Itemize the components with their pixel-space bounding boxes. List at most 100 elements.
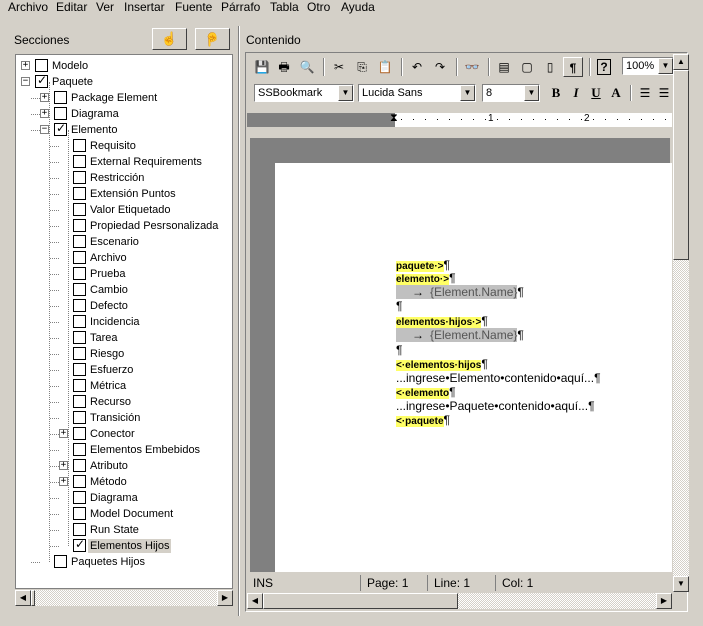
style-select[interactable]: SSBookmark ▼ (254, 84, 354, 102)
tree-item[interactable]: Incidencia (16, 314, 232, 330)
menu-editar[interactable]: Editar (56, 0, 87, 14)
tree-checkbox[interactable]: ✓ (54, 121, 67, 136)
editor-hscrollbar[interactable]: ◀ ▶ (247, 593, 672, 609)
tree-item[interactable]: Riesgo (16, 346, 232, 362)
panel-splitter[interactable] (238, 26, 240, 616)
tree-checkbox[interactable] (73, 267, 86, 280)
tree-item[interactable]: + Package Element (16, 90, 232, 106)
tree-item[interactable]: Esfuerzo (16, 362, 232, 378)
scroll-thumb[interactable] (31, 590, 35, 606)
chevron-down-icon[interactable]: ▼ (524, 85, 539, 101)
tree-item[interactable]: + Atributo (16, 458, 232, 474)
cut-button[interactable]: ✂ (329, 57, 349, 77)
tree-item[interactable]: Tarea (16, 330, 232, 346)
tree-checkbox[interactable] (73, 523, 86, 536)
sections-tree[interactable]: + Modelo − ✓ Paquete + Package Element + Diagram… (15, 54, 233, 589)
tree-item[interactable]: − ✓ Paquete (16, 73, 232, 90)
tree-item[interactable]: Requisito (16, 138, 232, 154)
tree-checkbox[interactable] (54, 91, 67, 104)
menu-otro[interactable]: Otro (307, 0, 330, 14)
collapse-icon[interactable]: − (21, 77, 30, 86)
tree-item[interactable]: Diagrama (16, 490, 232, 506)
find-button[interactable]: 👓 (462, 57, 482, 77)
undo-button[interactable]: ↶ (407, 57, 427, 77)
tree-checkbox[interactable] (73, 411, 86, 424)
font-select[interactable]: Lucida Sans ▼ (358, 84, 476, 102)
tree-checkbox[interactable] (73, 459, 86, 472)
tree-checkbox[interactable] (73, 139, 86, 152)
move-up-button[interactable]: ☝ (152, 28, 187, 50)
scroll-left-button[interactable]: ◀ (15, 590, 31, 606)
scroll-right-button[interactable]: ▶ (656, 593, 672, 609)
indent-marker-icon[interactable]: ⧗ (390, 112, 398, 125)
tree-checkbox[interactable]: ✓ (35, 73, 48, 88)
tree-checkbox[interactable] (73, 219, 86, 232)
tree-checkbox[interactable] (73, 347, 86, 360)
tree-item[interactable]: + Conector (16, 426, 232, 442)
tree-checkbox[interactable] (73, 299, 86, 312)
tree-checkbox[interactable] (73, 507, 86, 520)
tree-item[interactable]: Restricción (16, 170, 232, 186)
tree-item[interactable]: Extensión Puntos (16, 186, 232, 202)
font-color-button[interactable]: A (607, 84, 625, 102)
tree-item[interactable]: External Requirements (16, 154, 232, 170)
page-footer-button[interactable]: ▯ (540, 57, 560, 77)
expand-icon[interactable]: + (59, 429, 68, 438)
zoom-select[interactable]: 100% ▼ (622, 57, 674, 75)
tree-item[interactable]: Métrica (16, 378, 232, 394)
scroll-thumb[interactable] (673, 70, 689, 260)
move-down-button[interactable]: ☝ (195, 28, 230, 50)
tree-checkbox[interactable] (73, 251, 86, 264)
tree-item[interactable]: Model Document (16, 506, 232, 522)
menu-fuente[interactable]: Fuente (175, 0, 212, 14)
tree-checkbox[interactable] (73, 491, 86, 504)
tree-item[interactable]: + Método (16, 474, 232, 490)
menu-parrafo[interactable]: Párrafo (221, 0, 260, 14)
tree-checkbox[interactable] (73, 427, 86, 440)
paste-button[interactable]: 📋 (375, 57, 395, 77)
tree-checkbox[interactable] (73, 315, 86, 328)
tree-item[interactable]: Valor Etiquetado (16, 202, 232, 218)
bold-button[interactable]: B (547, 84, 565, 102)
tree-checkbox[interactable] (73, 379, 86, 392)
menu-insertar[interactable]: Insertar (124, 0, 165, 14)
collapse-icon[interactable]: − (40, 125, 49, 134)
tree-checkbox[interactable] (73, 443, 86, 456)
chevron-down-icon[interactable]: ▼ (658, 58, 673, 74)
italic-button[interactable]: I (567, 84, 585, 102)
print-button[interactable]: 🖶 (274, 57, 294, 77)
tree-item[interactable]: Cambio (16, 282, 232, 298)
tree-item[interactable]: + Diagrama (16, 106, 232, 122)
tree-checkbox[interactable] (35, 59, 48, 72)
tree-checkbox[interactable] (73, 283, 86, 296)
tree-item[interactable]: Elementos Embebidos (16, 442, 232, 458)
scroll-thumb[interactable] (263, 593, 458, 609)
tree-checkbox[interactable] (73, 395, 86, 408)
font-size-select[interactable]: 8 ▼ (482, 84, 540, 102)
tree-checkbox[interactable] (73, 331, 86, 344)
tree-item[interactable]: ✓ Elementos Hijos (16, 537, 232, 554)
ruler[interactable]: 1 2 ⧗ (247, 112, 672, 127)
menu-tabla[interactable]: Tabla (270, 0, 299, 14)
tree-item[interactable]: Paquetes Hijos (16, 554, 232, 570)
menu-ayuda[interactable]: Ayuda (341, 0, 375, 14)
align-left-button[interactable]: ☰ (636, 84, 654, 102)
tree-checkbox[interactable] (73, 203, 86, 216)
tree-item[interactable]: Recurso (16, 394, 232, 410)
tree-checkbox[interactable]: ✓ (73, 537, 86, 552)
expand-icon[interactable]: + (59, 477, 68, 486)
tree-checkbox[interactable] (73, 155, 86, 168)
expand-icon[interactable]: + (59, 461, 68, 470)
tree-hscrollbar[interactable]: ◀ ▶ (15, 590, 233, 606)
editor-vscrollbar[interactable]: ▲ ▼ (673, 54, 689, 592)
tree-item[interactable]: + Modelo (16, 58, 232, 74)
tree-item[interactable]: Prueba (16, 266, 232, 282)
chevron-down-icon[interactable]: ▼ (460, 85, 475, 101)
tree-item[interactable]: Archivo (16, 250, 232, 266)
print-preview-button[interactable]: 🔍 (297, 57, 317, 77)
tree-item[interactable]: Run State (16, 522, 232, 538)
menu-archivo[interactable]: Archivo (8, 0, 48, 14)
show-formatting-button[interactable]: ¶ (563, 57, 583, 77)
tree-checkbox[interactable] (54, 555, 67, 568)
scroll-up-button[interactable]: ▲ (673, 54, 689, 70)
